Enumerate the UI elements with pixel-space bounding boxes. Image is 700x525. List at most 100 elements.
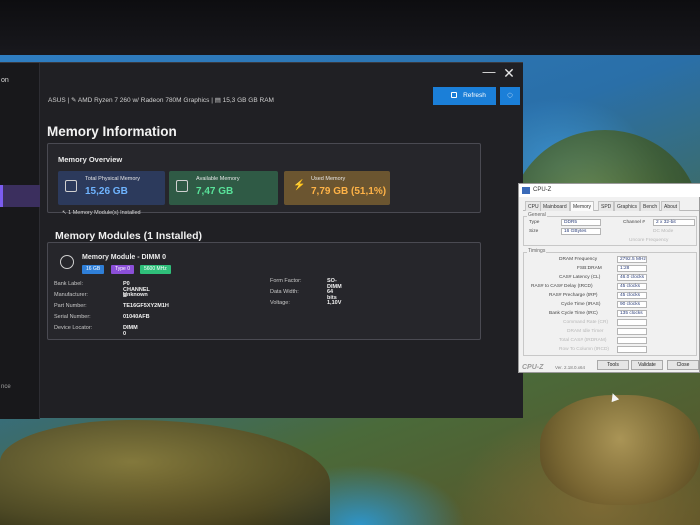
uncore-frequency-label: Uncore Frequency [629,238,669,243]
sidebar-item-label[interactable]: nce [1,384,11,390]
monitor-bezel [0,0,700,62]
minimize-button[interactable]: — [481,65,497,81]
refresh-icon [451,92,458,98]
cpuz-version: Ver. 2.18.0.x64 [555,365,586,370]
size-label: Size [529,229,539,234]
tab-mainboard[interactable]: Mainboard [540,201,570,211]
type-label: Type [529,220,540,225]
timing-value-empty [617,319,647,326]
close-button[interactable]: ✕ [501,65,517,81]
total-memory-card: Total Physical Memory 15,26 GB [58,171,165,205]
timing-label-dim: Command Rate (CR) [563,320,609,325]
module-chip-icon [60,255,74,269]
used-memory-label: Used Memory [311,176,346,182]
memory-info-window: on nce — ✕ ASUS | ✎ AMD Ryzen 7 260 w/ R… [0,62,523,419]
used-memory-value: 7,79 GB (51,1%) [311,186,387,197]
timing-value-empty [617,328,647,335]
field-key: Serial Number: [54,314,91,320]
timing-label-dim: Total CAS# (tRDRAM) [559,338,607,343]
installed-modules-note: ↖ 1 Memory Module(s) Installed [62,210,141,216]
timing-label: RAS# Precharge (tRP) [549,293,598,298]
timing-label: FSB:DRAM [577,266,602,271]
field-key: Data Width: [270,289,299,295]
cpuz-title: CPU-Z [533,187,552,193]
timing-label: DRAM Frequency [559,257,598,262]
field-key: Device Locator: [54,325,93,331]
modules-section-title: Memory Modules (1 Installed) [55,230,203,242]
available-memory-label: Available Memory [196,176,240,182]
module-speed-badge: 5600 MHz [140,265,171,274]
close-button[interactable]: Close [667,360,699,370]
field-key: Part Number: [54,303,87,309]
tab-spd[interactable]: SPD [598,201,615,211]
timing-value: 45 clocks [617,292,647,299]
cpuz-tabbar: CPU Mainboard Memory SPD Graphics Bench … [523,201,699,211]
validate-button[interactable]: Validate [631,360,663,370]
page-title: Memory Information [47,124,177,139]
cpuz-footer-logo: CPU-Z [522,364,544,371]
field-manufacturer: Manufacturer: [54,292,88,298]
tab-about[interactable]: About [661,201,681,211]
cpuz-logo-icon [522,187,530,194]
field-part-number: Part Number: [54,303,87,309]
size-value: 16 GBytes [561,228,601,235]
timing-label: Bank Cycle Time (tRC) [549,311,598,316]
field-key: Bank Label: [54,281,84,287]
memory-module-card: Memory Module - DIMM 0 16 GB Type 0 5600… [47,242,481,340]
module-size-badge: 16 GB [82,265,105,274]
field-key: Voltage: [270,300,290,306]
total-memory-label: Total Physical Memory [85,176,141,182]
system-info-text: ASUS | ✎ AMD Ryzen 7 260 w/ Radeon 780M … [48,97,274,104]
field-value: Unknown [123,292,148,298]
field-device-locator: Device Locator: [54,325,92,331]
timing-value: 135 clocks [617,310,647,317]
timing-label: Cycle Time (tRAS) [561,302,601,307]
timing-value: 45 clocks [617,283,647,290]
tab-graphics[interactable]: Graphics [614,201,641,211]
timing-value-empty [617,337,647,344]
refresh-button[interactable]: Refresh [433,87,496,105]
overview-title: Memory Overview [58,155,123,164]
timing-value: 2792.5 MHz [617,256,647,263]
memory-chip-icon [65,180,77,192]
field-key: Form Factor: [270,278,302,284]
timing-label-dim: Row To Column (tRCD) [559,347,610,352]
dc-mode-label: DC Mode [653,229,674,234]
field-data-width: Data Width: [270,289,299,295]
field-serial-number: Serial Number: [54,314,91,320]
checkbox-icon [176,180,188,192]
timing-value: 90 clocks [617,301,647,308]
tab-bench[interactable]: Bench [640,201,661,211]
field-value: 01040AFB [123,314,150,320]
cpuz-window: CPU-Z CPU Mainboard Memory SPD Graphics … [518,183,700,373]
module-name: Memory Module - DIMM 0 [82,254,167,261]
timing-label-dim: DRAM Idle Timer [567,329,604,334]
cpuz-timings-group [523,252,697,356]
tools-button[interactable]: Tools [597,360,629,370]
timing-value: 46.0 clocks [617,274,647,281]
channel-label: Channel # [623,220,645,225]
field-voltage: Voltage: [270,300,290,306]
auto-refresh-button[interactable]: ◌ [500,87,520,105]
sidebar-item-active[interactable] [0,185,40,207]
wallpaper-turtle-head [540,395,700,505]
channel-value: 2 x 32-bit [653,219,695,226]
tab-memory[interactable]: Memory [570,201,595,211]
timings-label: Timings [527,248,547,254]
timing-label: CAS# Latency (CL) [559,275,601,280]
memory-overview-panel: Memory Overview Total Physical Memory 15… [47,143,481,216]
field-form-factor: Form Factor: [270,278,301,284]
timing-value-empty [617,346,647,353]
timing-label: RAS# to CAS# Delay (tRCD) [531,284,593,289]
general-label: General [527,212,547,218]
timing-value: 1:28 [617,265,647,272]
type-value: DDR5 [561,219,601,226]
field-value: DIMM 0 [123,325,138,337]
field-value: 1,10V [327,300,342,306]
field-value: TE16GF5XY2M1H [123,303,169,309]
available-memory-value: 7,47 GB [196,186,234,197]
available-memory-card: Available Memory 7,47 GB [169,171,278,205]
total-memory-value: 15,26 GB [85,186,128,197]
cpuz-titlebar[interactable]: CPU-Z [519,184,700,197]
sidebar: on nce [0,63,40,419]
